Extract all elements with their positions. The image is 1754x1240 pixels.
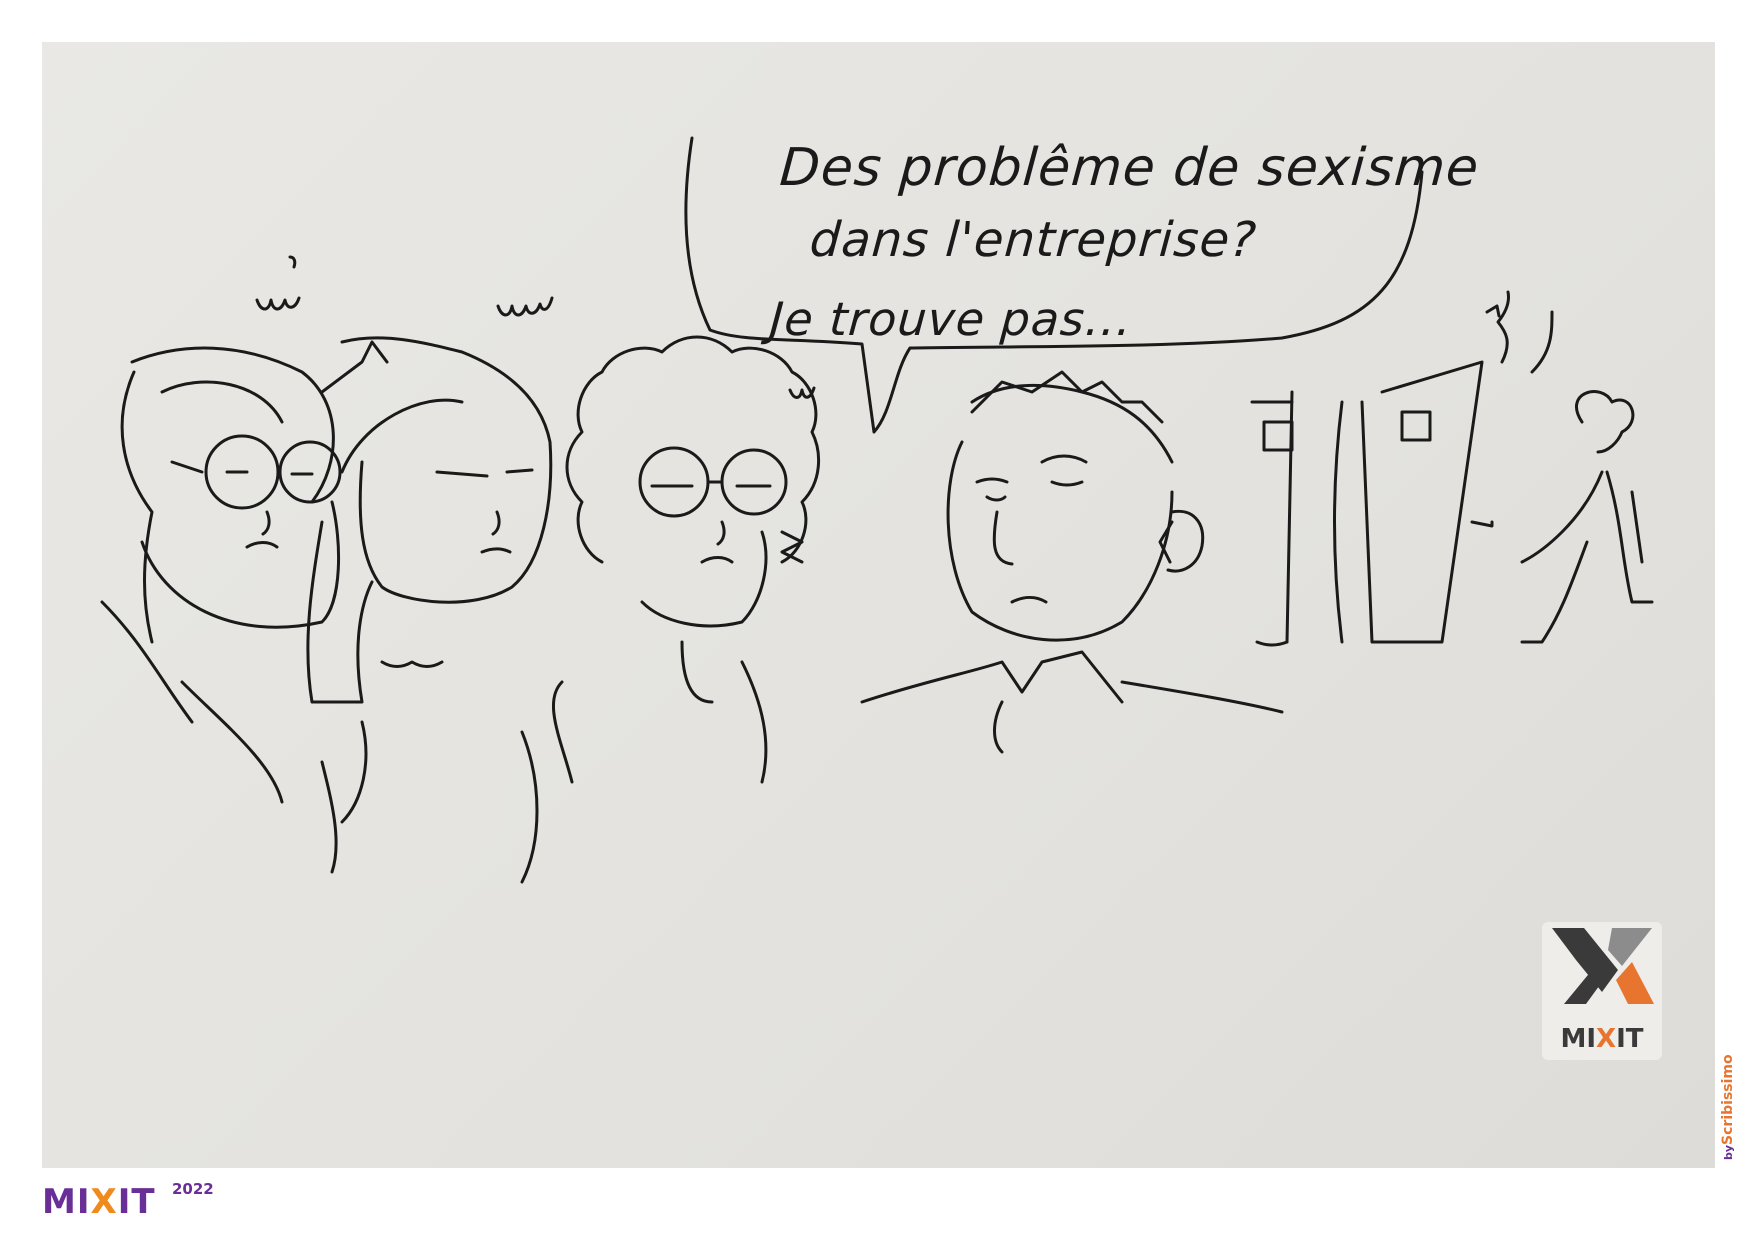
whiteboard: Des problême de sexisme dans l'entrepris… bbox=[42, 42, 1715, 1168]
footer-year: 2022 bbox=[172, 1180, 214, 1198]
footer-logo-x: X bbox=[90, 1182, 118, 1222]
speech-text-line-2: dans l'entreprise? bbox=[808, 212, 1259, 268]
sticker-brand-suffix: IT bbox=[1616, 1024, 1644, 1054]
speech-text-line-1: Des problême de sexisme bbox=[777, 138, 1482, 198]
footer-mixit-logo: MIXIT bbox=[42, 1182, 156, 1222]
sticker-brand-prefix: MI bbox=[1560, 1024, 1597, 1054]
footer-logo-prefix: MI bbox=[42, 1182, 91, 1222]
person-4-speaker bbox=[860, 370, 1284, 754]
artist-credit: byScribissimo bbox=[1720, 1054, 1736, 1160]
mixit-x-logo-icon bbox=[1552, 928, 1654, 1004]
sketch-illustration bbox=[100, 136, 1654, 884]
person-1-glasses bbox=[100, 346, 342, 874]
sticker-brand-text: MIXIT bbox=[1542, 1024, 1662, 1054]
squiggle-2 bbox=[496, 296, 554, 317]
restroom-background bbox=[1250, 290, 1654, 647]
squiggle-1 bbox=[255, 255, 301, 311]
speech-text-line-3: Je trouve pas... bbox=[768, 292, 1134, 346]
sticker-brand-x: X bbox=[1596, 1024, 1617, 1054]
person-2-scarf bbox=[306, 336, 553, 884]
credit-by: by bbox=[1722, 1144, 1735, 1160]
mixit-sticker: MIXIT bbox=[1542, 922, 1662, 1060]
person-3-curly-hair bbox=[552, 335, 821, 784]
credit-name: Scribissimo bbox=[1720, 1054, 1736, 1145]
footer-logo-suffix: IT bbox=[117, 1182, 156, 1222]
